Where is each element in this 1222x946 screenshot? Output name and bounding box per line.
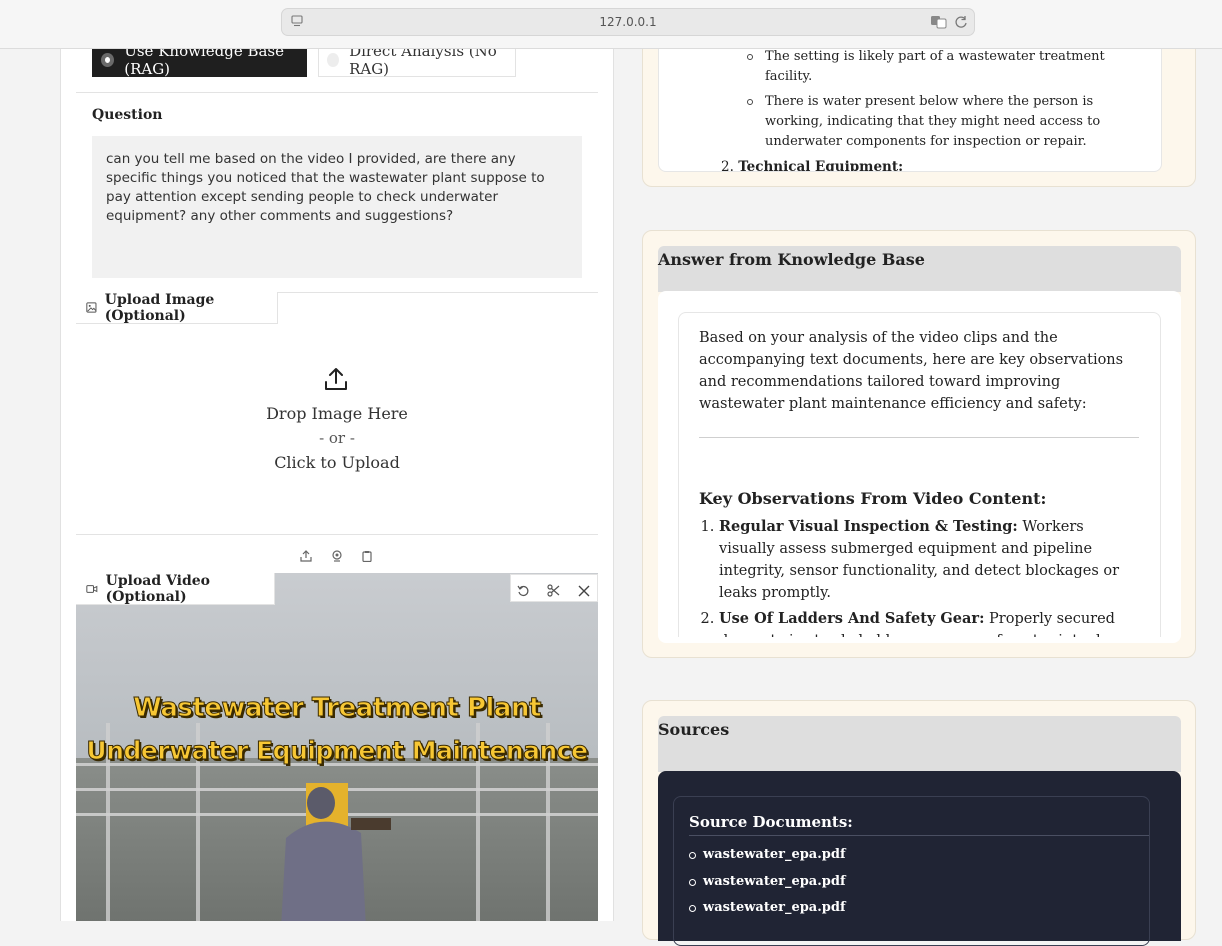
divider — [76, 92, 598, 93]
question-textarea[interactable]: can you tell me based on the video I pro… — [92, 136, 582, 278]
answer-list-item: Use Of Ladders And Safety Gear: Properly… — [719, 608, 1139, 637]
translate-icon[interactable] — [930, 15, 948, 29]
answer-item-title: Use Of Ladders And Safety Gear: — [719, 610, 985, 627]
image-source-toolbar — [76, 534, 598, 574]
answer-intro: Based on your analysis of the video clip… — [699, 330, 1124, 412]
upload-source-icon[interactable] — [300, 547, 312, 566]
sources-panel-header: Sources — [658, 716, 1181, 772]
answer-panel-body: Based on your analysis of the video clip… — [658, 291, 1181, 643]
clipboard-icon[interactable] — [361, 547, 373, 566]
answer-content: Based on your analysis of the video clip… — [699, 327, 1139, 637]
reload-icon[interactable] — [954, 15, 968, 29]
browser-toolbar: 127.0.0.1 — [0, 0, 1222, 49]
upload-video-tab: Upload Video (Optional) — [76, 573, 275, 605]
answer-heading: Key Observations From Video Content: — [699, 489, 1047, 508]
upload-image-label: Upload Image (Optional) — [104, 291, 215, 324]
answer-panel-header: Answer from Knowledge Base — [658, 246, 1181, 292]
answer-item-title: Regular Visual Inspection & Testing: — [719, 518, 1018, 535]
video-controls — [510, 574, 598, 602]
trim-icon[interactable] — [547, 582, 560, 601]
sources-list: wastewater_epa.pdf wastewater_epa.pdf wa… — [689, 847, 846, 927]
analysis-bullet-text: There is water present below where the p… — [765, 94, 1101, 149]
drop-image-text: Drop Image Here — [266, 404, 408, 423]
analysis-bullet: The setting is likely part of a wastewat… — [679, 47, 1149, 87]
address-bar[interactable]: 127.0.0.1 — [281, 8, 975, 36]
video-caption-line2: Underwater Equipment Maintenance — [86, 736, 589, 766]
upload-image-tab: Upload Image (Optional) — [76, 292, 278, 324]
source-document-item: wastewater_epa.pdf — [689, 874, 846, 901]
video-frame-person — [281, 787, 391, 921]
image-icon — [86, 302, 97, 313]
video-caption-line1: Wastewater Treatment Plant — [133, 693, 542, 724]
radio-selected-indicator — [101, 52, 115, 67]
upload-video-label: Upload Video (Optional) — [105, 572, 211, 605]
webcam-icon[interactable] — [331, 547, 343, 566]
or-text: - or - — [319, 429, 355, 447]
source-document-item: wastewater_epa.pdf — [689, 900, 846, 927]
sources-heading: Source Documents: — [689, 813, 853, 831]
image-dropzone[interactable]: Drop Image Here - or - Click to Upload — [76, 326, 598, 533]
upload-icon — [325, 368, 347, 390]
analysis-bullet: There is water present below where the p… — [679, 92, 1149, 152]
sources-box: Source Documents: wastewater_epa.pdf was… — [673, 796, 1150, 946]
sources-panel-title: Sources — [658, 720, 730, 739]
click-to-upload-text: Click to Upload — [274, 453, 400, 472]
url-text: 127.0.0.1 — [599, 15, 657, 29]
sources-body: Source Documents: wastewater_epa.pdf was… — [658, 771, 1181, 946]
sources-panel: Sources Source Documents: wastewater_epa… — [642, 700, 1196, 946]
analysis-content: The setting is likely part of a wastewat… — [679, 47, 1149, 172]
answer-scroll-area[interactable]: Based on your analysis of the video clip… — [678, 312, 1161, 637]
analysis-list-item: 2. Technical Equipment: — [679, 157, 1149, 172]
video-icon — [86, 584, 98, 593]
answer-list: Regular Visual Inspection & Testing: Wor… — [699, 516, 1139, 637]
close-icon[interactable] — [578, 582, 590, 601]
answer-divider — [699, 437, 1139, 438]
analysis-item-title: Technical Equipment — [738, 159, 899, 172]
undo-icon[interactable] — [517, 582, 530, 601]
answer-list-item: Regular Visual Inspection & Testing: Wor… — [719, 516, 1139, 604]
video-player[interactable]: Wastewater Treatment Plant Underwater Eq… — [76, 573, 598, 921]
answer-panel-title: Answer from Knowledge Base — [658, 250, 925, 269]
question-label: Question — [92, 107, 163, 123]
answer-panel: Answer from Knowledge Base Based on your… — [642, 230, 1196, 658]
list-number: 2. — [721, 159, 734, 172]
radio-unselected-indicator — [327, 52, 340, 67]
sources-divider — [689, 835, 1149, 836]
analysis-bullet-text: The setting is likely part of a wastewat… — [765, 49, 1105, 84]
source-document-item: wastewater_epa.pdf — [689, 847, 846, 874]
